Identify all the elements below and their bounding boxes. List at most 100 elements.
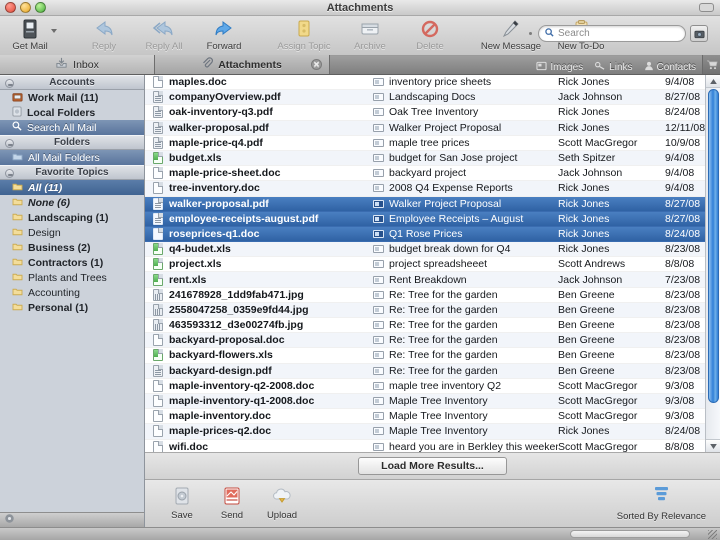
filter-images[interactable]: Images [536,61,583,74]
toolbar-button-delete[interactable]: Delete [400,18,460,52]
disclosure-icon[interactable] [5,139,14,148]
table-row[interactable]: maple-price-sheet.doc backyard project Jac… [145,166,705,182]
table-row[interactable]: oak-inventory-q3.pdf Oak Tree Inventory Ri… [145,105,705,121]
sidebar-item-plants-and-trees[interactable]: Plants and Trees [0,270,144,285]
table-row[interactable]: 2558047258_0359e9fd44.jpg Re: Tree for th… [145,302,705,318]
sidebar-item-landscaping-1[interactable]: Landscaping (1) [0,210,144,225]
filename-label: maple-inventory-q1-2008.doc [169,395,315,408]
sidebar-item-all-11[interactable]: All (11) [0,180,144,195]
action-button-upload[interactable]: Upload [257,484,307,521]
sidebar-item-work-mail-11[interactable]: Work Mail (11) [0,90,144,105]
toolbar-toggle-button[interactable] [699,3,714,12]
disclosure-icon[interactable] [5,169,14,178]
scroll-up-arrow-icon[interactable] [705,75,720,88]
topic-folder-icon [12,197,23,209]
table-row[interactable]: backyard-flowers.xls Re: Tree for the gar… [145,348,705,364]
scrollbar-track[interactable] [706,88,720,439]
sidebar-item-local-folders[interactable]: Local Folders [0,105,144,120]
jpg-file-icon [153,319,163,332]
table-row[interactable]: 241678928_1dd9fab471.jpg Re: Tree for the… [145,288,705,303]
sidebar-item-accounting[interactable]: Accounting [0,285,144,300]
cell-filename: backyard-proposal.doc [145,334,373,347]
action-gear-icon[interactable] [4,513,15,527]
tab-attachments[interactable]: Attachments ✕ [155,55,330,74]
close-icon[interactable]: ✕ [311,59,322,70]
table-row[interactable]: backyard-proposal.doc Re: Tree for the ga… [145,333,705,349]
toolbar-button-reply-all[interactable]: Reply All [134,18,194,52]
mailbox-icon [12,91,23,105]
resize-grip[interactable] [706,528,718,540]
disclosure-icon[interactable] [5,79,14,88]
toolbar-button-reply[interactable]: Reply [74,18,134,52]
table-row[interactable]: rent.xls Rent Breakdown Jack Johnson 7/23/0… [145,272,705,288]
message-icon [373,442,384,451]
table-row[interactable]: maple-prices-q2.doc Maple Tree Inventory R… [145,424,705,440]
table-row[interactable]: wifi.doc heard you are in Berkley this we… [145,440,705,452]
vertical-scrollbar[interactable] [705,75,720,452]
sidebar-item-design[interactable]: Design [0,225,144,240]
toolbar-button-forward[interactable]: Forward [194,18,254,52]
table-row[interactable]: maple-price-q4.pdf maple tree prices Scott… [145,136,705,151]
cell-filename: maple-inventory.doc [145,410,373,423]
sort-control[interactable]: Sorted By Relevance [617,484,706,522]
load-more-button[interactable]: Load More Results... [358,457,507,475]
window-body: Accounts Work Mail (11) Local Folders Searc… [0,75,720,527]
cell-sender: Seth Spitzer [558,152,616,165]
tag-icon [296,18,312,40]
table-row[interactable]: walker-proposal.pdf Walker Project Propos… [145,196,705,212]
cell-sender: Ben Greene [558,334,615,347]
sidebar-item-search-all-mail[interactable]: Search All Mail [0,120,144,135]
table-row[interactable]: q4-budet.xls budget break down for Q4 Rick… [145,242,705,258]
search-icon [12,121,22,134]
filename-label: maple-price-q4.pdf [169,136,263,149]
tab-label: Inbox [73,58,99,71]
table-row[interactable]: project.xls project spreadsheeet Scott And… [145,257,705,273]
action-button-send[interactable]: Send [207,484,257,521]
cell-date: 8/23/08 [665,288,701,301]
topic-folder-icon [12,302,23,314]
camera-search-icon[interactable] [690,25,708,42]
cell-date: 8/8/08 [665,440,695,452]
cart-icon[interactable] [702,55,720,74]
tab-inbox[interactable]: Inbox [0,55,155,74]
table-row[interactable]: maple-inventory-q1-2008.doc Maple Tree In… [145,393,705,410]
toolbar-button-assign-topic[interactable]: Assign Topic [268,18,340,52]
sidebar-item-business-2[interactable]: Business (2) [0,240,144,255]
table-row[interactable]: maple-inventory-q2-2008.doc maple tree in… [145,379,705,394]
table-row[interactable]: budget.xls budget for San Jose project Set… [145,150,705,167]
table-row[interactable]: employee-receipts-august.pdf Employee Rec… [145,211,705,227]
table-row[interactable]: roseprices-q1.doc Q1 Rose Prices Rick Jone… [145,226,705,243]
sidebar-item-personal-1[interactable]: Personal (1) [0,300,144,315]
table-row[interactable]: tree-inventory.doc 2008 Q4 Expense Report… [145,181,705,197]
filename-label: 2558047258_0359e9fd44.jpg [169,303,309,316]
sort-label: Sorted By Relevance [616,511,706,522]
action-button-save[interactable]: Save [157,484,207,521]
cell-date: 8/24/08 [665,227,701,240]
table-row[interactable]: maple-inventory.doc Maple Tree Inventory S… [145,409,705,425]
chevron-down-icon[interactable] [51,29,57,33]
cell-sender: Scott MacGregor [558,136,638,149]
cell-filename: q4-budet.xls [145,243,373,256]
scrollbar-thumb[interactable] [707,89,719,404]
sidebar-item-all-mail-folders[interactable]: All Mail Folders [0,150,144,165]
sidebar-item-none-6[interactable]: None (6) [0,195,144,210]
sidebar-item-contractors-1[interactable]: Contractors (1) [0,255,144,270]
table-row[interactable]: backyard-design.pdf Re: Tree for the gard… [145,363,705,379]
table-row[interactable]: companyOverview.pdf Landscaping Docs Jack … [145,90,705,106]
sidebar-sections: Accounts Work Mail (11) Local Folders Searc… [0,75,144,315]
subject-label: budget for San Jose project [389,152,518,165]
scroll-down-arrow-icon[interactable] [705,439,720,452]
filter-contacts[interactable]: Contacts [644,61,696,74]
toolbar-button-get-mail[interactable]: Get Mail [0,18,60,52]
person-icon [644,61,654,74]
filter-links[interactable]: Links [594,61,633,74]
search-input[interactable]: Search [538,25,686,42]
table-row[interactable]: walker-proposal.pdf Walker Project Propos… [145,120,705,136]
cell-sender: Jack Johnson [558,91,623,104]
filter-label: Links [609,62,633,73]
horizontal-scrollbar[interactable] [570,530,690,538]
table-row[interactable]: 463593312_d3e00274fb.jpg Re: Tree for the… [145,318,705,334]
toolbar-button-archive[interactable]: Archive [340,18,400,52]
cell-date: 10/9/08 [665,136,701,149]
table-row[interactable]: maples.doc inventory price sheets Rick Jon… [145,75,705,91]
